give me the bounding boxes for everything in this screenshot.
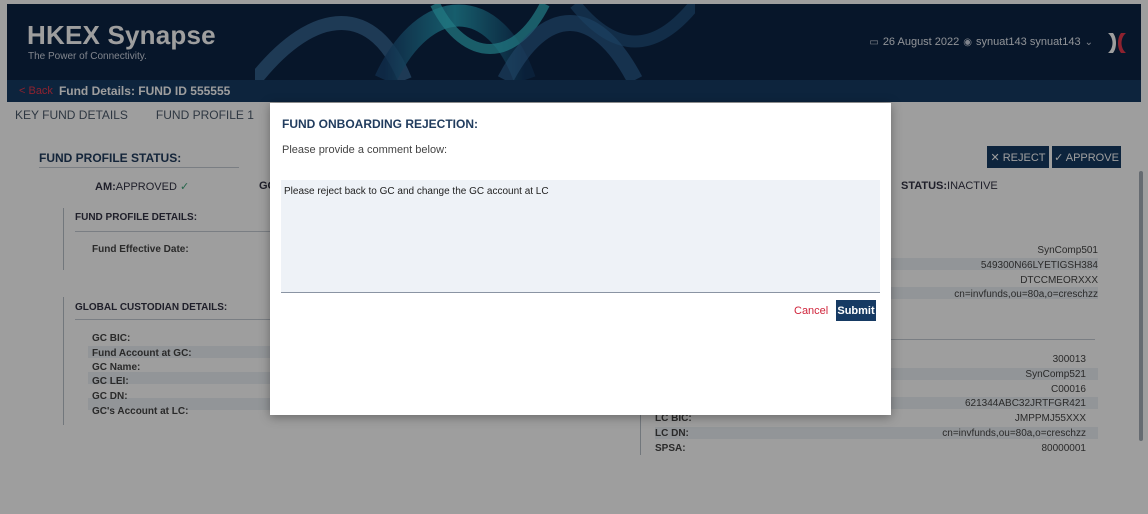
submit-button[interactable]: Submit — [836, 300, 876, 321]
modal-title: FUND ONBOARDING REJECTION: — [282, 117, 479, 131]
comment-textarea[interactable]: Please reject back to GC and change the … — [281, 180, 880, 293]
rejection-modal: FUND ONBOARDING REJECTION: Please provid… — [270, 103, 891, 415]
modal-instruction: Please provide a comment below: — [282, 144, 448, 156]
cancel-button[interactable]: Cancel — [794, 305, 828, 317]
